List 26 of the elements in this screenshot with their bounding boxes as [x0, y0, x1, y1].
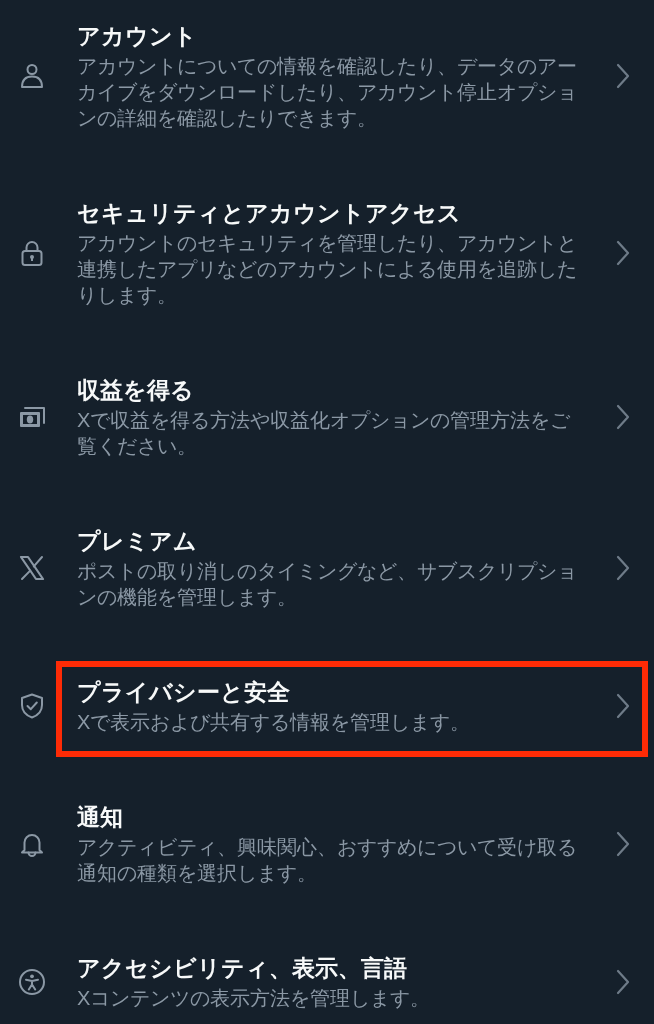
item-description: Xで収益を得る方法や収益化オプションの管理方法をご覧ください。	[77, 408, 572, 459]
chevron-right-icon	[616, 693, 630, 719]
item-title: 通知	[77, 804, 124, 832]
item-description: Xで表示および共有する情報を管理します。	[77, 710, 472, 735]
chevron-right-icon	[616, 555, 630, 581]
item-title: アクセシビリティ、表示、言語	[77, 955, 408, 983]
item-title: セキュリティとアカウントアクセス	[77, 200, 462, 228]
shield-check-icon	[18, 692, 46, 720]
chevron-right-icon	[616, 404, 630, 430]
padlock-icon	[18, 239, 46, 267]
item-description: ポストの取り消しのタイミングなど、サブスクリプションの機能を管理します。	[77, 559, 578, 610]
item-description: アクティビティ、興味関心、おすすめについて受け取る通知の種類を選択します。	[77, 835, 578, 886]
person-icon	[18, 62, 46, 90]
item-description: アカウントについての情報を確認したり、データのアーカイブをダウンロードしたり、アカウント停止オプションの詳細を確認したりできます。	[77, 54, 578, 131]
accessibility-icon	[18, 968, 46, 996]
item-title: プレミアム	[77, 528, 198, 556]
item-description: アカウントのセキュリティを管理したり、アカウントと連携したアプリなどのアカウントによる使用を追跡したりします。	[77, 231, 578, 308]
chevron-right-icon	[616, 831, 630, 857]
item-title: アカウント	[77, 23, 198, 51]
chevron-right-icon	[616, 63, 630, 89]
item-description: Xコンテンツの表示方法を管理します。	[77, 986, 432, 1011]
chevron-right-icon	[616, 969, 630, 995]
item-title: プライバシーと安全	[77, 679, 291, 707]
chevron-right-icon	[616, 240, 630, 266]
x-logo-icon	[18, 554, 46, 582]
item-title: 収益を得る	[77, 377, 195, 405]
